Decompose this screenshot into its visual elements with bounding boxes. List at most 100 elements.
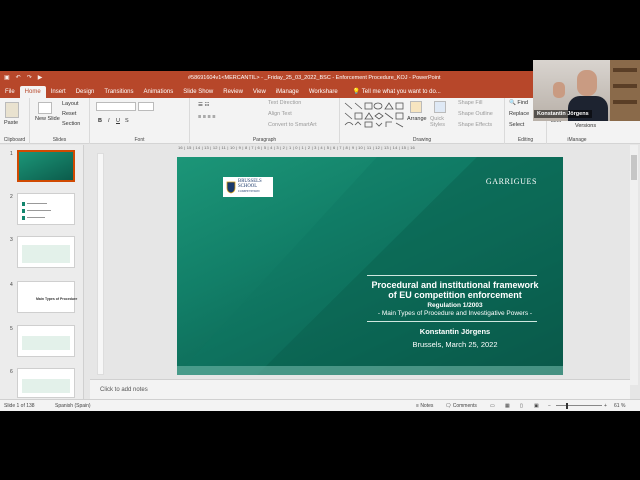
redo-icon[interactable]: ↷ [27,71,32,85]
shape-fill-button[interactable]: Shape Fill [458,100,482,106]
tab-insert[interactable]: Insert [46,86,71,98]
tab-transitions[interactable]: Transitions [99,86,138,98]
select-button[interactable]: Select [509,122,524,128]
thumb-number: 3 [10,237,13,243]
tab-workshare[interactable]: Workshare [304,86,343,98]
section-button[interactable]: Section [62,121,80,127]
arrange-button[interactable]: Arrange [407,116,427,122]
horizontal-ruler: 16 | 15 | 14 | 13 | 12 | 11 | 10 | 9 | 8… [178,145,415,150]
vertical-ruler [97,153,104,375]
replace-button[interactable]: Replace [509,111,529,117]
shapes-gallery-icon[interactable] [343,101,405,129]
slides-label: Slides [52,137,67,143]
find-label: Find [517,100,529,106]
convert-smartart-button[interactable]: Convert to SmartArt [268,122,317,128]
layout-button[interactable]: Layout [62,101,79,107]
garrigues-brand: GARRIGUES [485,177,537,186]
zoom-slider-handle[interactable] [566,403,568,409]
notes-toggle-label: Notes [420,403,434,409]
slide-sorter-icon[interactable]: ▦ [505,400,510,411]
bsc-logo: BRUSSELS SCHOOL COMPETITION [223,177,273,197]
quick-styles-icon[interactable] [434,101,446,113]
vertical-scrollbar[interactable] [630,145,638,385]
notes-placeholder: Click to add notes [100,387,148,393]
font-name-dropdown[interactable] [96,102,136,111]
slide-subtitle-2: - Main Types of Procedure and Investigat… [377,310,533,317]
zoom-slider[interactable] [556,405,602,406]
tab-file[interactable]: File [0,86,20,98]
zoom-level[interactable]: 61 % [614,400,625,411]
slide-thumbnail-4[interactable]: Main Types of Procedure [17,281,78,313]
tell-me-search[interactable]: 💡 Tell me what you want to do... [343,86,441,98]
undo-icon[interactable]: ↶ [16,71,21,85]
slide-thumbnail-3[interactable] [17,236,75,268]
status-bar: Slide 1 of 138 Spanish (Spain) ≡ Notes 🗨… [0,399,640,411]
tab-animations[interactable]: Animations [139,86,179,98]
start-from-beginning-icon[interactable]: ▶ [38,71,43,85]
participant-name: Konstantin Jörgens [534,110,592,118]
logo-line-3: COMPETITION [238,189,260,194]
save-icon[interactable]: ▣ [4,71,10,85]
text-direction-button[interactable]: Text Direction [268,100,301,106]
slide-thumbnail-5[interactable] [17,325,75,357]
notes-pane[interactable]: Click to add notes [90,379,630,399]
language-status[interactable]: Spanish (Spain) [55,400,91,411]
versions-button[interactable]: Versions [575,123,596,129]
slide-thumbnail-1[interactable] [17,150,75,182]
tab-imanage[interactable]: iManage [271,86,304,98]
align-text-button[interactable]: Align Text [268,111,292,117]
tab-home[interactable]: Home [19,86,46,98]
person-head [577,70,597,96]
tab-view[interactable]: View [248,86,271,98]
new-slide-icon[interactable] [38,102,52,114]
slide-thumbnail-6[interactable] [17,368,75,398]
find-button[interactable]: 🔍 Find [509,100,528,106]
tab-slide-show[interactable]: Slide Show [178,86,218,98]
new-slide-button[interactable]: New Slide [35,116,60,122]
person-hand [553,82,565,98]
slide-title: Procedural and institutional framework o… [357,280,553,300]
bookshelf [610,60,640,121]
slide-bottom-band [177,366,563,375]
quick-access-toolbar: ▣ ↶ ↷ ▶ [4,71,42,85]
bullets-icon[interactable]: ☰ ☷ [198,102,209,108]
thumbnail-pane: 1 2 3 4 Main Types of Procedure 5 6 [0,145,84,400]
zoom-in-icon[interactable]: + [604,400,607,411]
paste-button[interactable]: Paste [4,120,18,126]
arrange-icon[interactable] [410,101,422,113]
reset-button[interactable]: Reset [62,111,76,117]
title-top-rule [367,275,537,276]
font-size-dropdown[interactable] [138,102,154,111]
thumb-number: 6 [10,369,13,375]
slide-thumbnail-2[interactable] [17,193,75,225]
shape-outline-button[interactable]: Shape Outline [458,111,493,117]
editing-label: Editing [517,137,534,143]
italic-icon[interactable]: I [108,118,110,124]
align-icon[interactable]: ≡ ≡ ≡ ≡ [198,114,215,120]
paste-icon[interactable] [5,102,19,118]
strikethrough-icon[interactable]: S [125,118,129,124]
tab-design[interactable]: Design [71,86,100,98]
thumb-number: 2 [10,194,13,200]
normal-view-icon[interactable]: ▭ [490,400,495,411]
clipboard-group: Paste Clipboard [0,98,30,144]
shape-effects-button[interactable]: Shape Effects [458,122,492,128]
paragraph-group: ☰ ☷ ≡ ≡ ≡ ≡ Text Direction Align Text Co… [190,98,340,144]
reading-view-icon[interactable]: ▯ [520,400,523,411]
quick-styles-button[interactable]: Quick Styles [430,116,452,128]
video-overlay: Konstantin Jörgens [533,60,640,121]
thumb-4-title: Main Types of Procedure [36,297,78,301]
thumb-number: 4 [10,282,13,288]
slideshow-view-icon[interactable]: ▣ [534,400,539,411]
scrollbar-thumb[interactable] [631,155,637,180]
tab-review[interactable]: Review [218,86,248,98]
slide-canvas[interactable]: BRUSSELS SCHOOL COMPETITION GARRIGUES Pr… [177,157,563,375]
paragraph-label: Paragraph [252,137,277,143]
bold-icon[interactable]: B [98,118,102,124]
underline-icon[interactable]: U [116,118,120,124]
slides-group: New Slide Layout Reset Section Slides [30,98,90,144]
zoom-out-icon[interactable]: − [548,400,551,411]
comments-toggle[interactable]: 🗨 Comments [445,400,477,411]
title-bottom-rule [367,321,537,322]
notes-toggle[interactable]: ≡ Notes [416,400,433,411]
